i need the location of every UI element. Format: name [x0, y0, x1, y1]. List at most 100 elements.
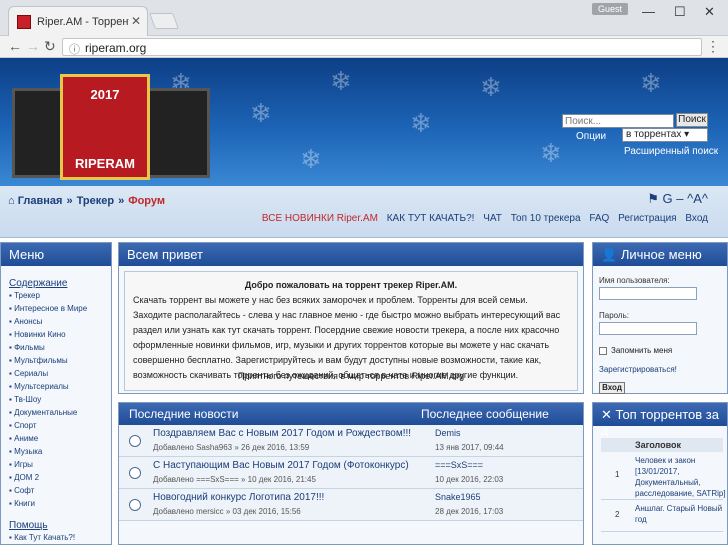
nav-how-to[interactable]: КАК ТУТ КАЧАТЬ?!: [387, 213, 475, 224]
close-tab-icon[interactable]: ✕: [131, 14, 141, 28]
top-torrent-row[interactable]: 1 Человек и закон [13/01/2017, Документал…: [601, 452, 726, 500]
menu-item-label: Мультсериалы: [14, 382, 69, 391]
menu-item[interactable]: ▪ Спорт: [9, 421, 111, 430]
news-row[interactable]: С Наступающим Вас Новым 2017 Годом (Фото…: [119, 457, 583, 489]
nav-chat[interactable]: ЧАТ: [483, 213, 502, 224]
menu-item[interactable]: ▪ Музыка: [9, 447, 111, 456]
search-scope-select[interactable]: в торрентах ▾: [622, 128, 708, 142]
breadcrumb-forum[interactable]: Форум: [128, 195, 165, 207]
menu-item[interactable]: ▪ Интересное в Мире: [9, 304, 111, 313]
nav-register[interactable]: Регистрация: [618, 213, 676, 224]
search-button[interactable]: Поиск: [676, 113, 708, 127]
menu-item-label: Интересное в Мире: [14, 304, 88, 313]
personal-menu-title: Личное меню: [620, 247, 702, 262]
login-button[interactable]: Вход: [599, 382, 625, 394]
navbar-links: ВСЕ НОВИНКИ Riper.AM КАК ТУТ КАЧАТЬ?! ЧА…: [256, 213, 708, 224]
remember-me-checkbox[interactable]: Запомнить меня: [599, 346, 727, 355]
menu-item-label: Как Тут Качать?!: [14, 533, 76, 542]
menu-item-label: Спорт: [14, 421, 37, 430]
topic-icon: [129, 467, 141, 479]
menu-item[interactable]: ▪ Аниме: [9, 434, 111, 443]
news-title[interactable]: Новогодний конкурс Логотипа 2017!!!: [153, 492, 324, 503]
menu-item-label: Музыка: [14, 447, 43, 456]
new-tab-button[interactable]: [149, 13, 179, 29]
font-size-tools[interactable]: ⚑ G – ^A^: [647, 191, 708, 207]
search-options-link[interactable]: Опции: [576, 131, 606, 142]
menu-item[interactable]: ▪ Трекер: [9, 291, 111, 300]
advanced-search-link[interactable]: Расширенный поиск: [624, 146, 718, 157]
menu-item-label: Трекер: [14, 291, 40, 300]
top-torrent-row[interactable]: 2 Аншлаг. Старый Новый год: [601, 500, 723, 532]
news-row[interactable]: Поздравляем Вас с Новым 2017 Годом и Рож…: [119, 425, 583, 457]
menu-section-contents[interactable]: Содержание: [9, 278, 111, 289]
menu-item[interactable]: ▪ Фильмы: [9, 343, 111, 352]
menu-item[interactable]: ▪ Документальные: [9, 408, 111, 417]
maximize-icon[interactable]: ☐: [674, 4, 686, 20]
browser-tab[interactable]: Riper.AM - Торрент трек ✕: [8, 6, 148, 36]
nav-faq[interactable]: FAQ: [589, 213, 609, 224]
menu-section-help[interactable]: Помощь: [9, 520, 111, 531]
menu-title: Меню: [9, 247, 45, 262]
top-rank: 1: [615, 470, 620, 479]
nav-login[interactable]: Вход: [685, 213, 708, 224]
menu-item[interactable]: ▪ ДОМ 2: [9, 473, 111, 482]
snowflake-icon: ❄: [640, 68, 662, 98]
news-title[interactable]: Поздравляем Вас с Новым 2017 Годом и Рож…: [153, 428, 411, 439]
search-input[interactable]: [562, 114, 674, 128]
menu-item[interactable]: ▪ Как Тут Качать?!: [9, 533, 111, 542]
site-navbar: ⌂ Главная» Трекер» Форум ⚑ G – ^A^ ВСЕ НОВ…: [0, 186, 728, 238]
breadcrumb-tracker[interactable]: Трекер: [77, 195, 114, 207]
username-input[interactable]: [599, 287, 697, 300]
back-icon[interactable]: ←: [8, 38, 22, 54]
top-torrent-title[interactable]: Человек и закон [13/01/2017, Документаль…: [635, 455, 727, 499]
nav-new-releases[interactable]: ВСЕ НОВИНКИ Riper.AM: [262, 213, 378, 224]
menu-item[interactable]: ▪ Книги: [9, 499, 111, 508]
menu-item[interactable]: ▪ Анонсы: [9, 317, 111, 326]
main-menu-panel: Меню Содержание ▪ Трекер ▪ Интересное в М…: [0, 242, 112, 545]
menu-item[interactable]: ▪ Софт: [9, 486, 111, 495]
menu-item[interactable]: ▪ Сериалы: [9, 369, 111, 378]
user-icon: 👤: [601, 247, 618, 262]
news-title[interactable]: С Наступающим Вас Новым 2017 Годом (Фото…: [153, 460, 409, 471]
menu-item[interactable]: ▪ Игры: [9, 460, 111, 469]
site-logo[interactable]: 2017 RIPERAM: [60, 74, 150, 180]
last-post-user[interactable]: Snake1965: [435, 492, 481, 502]
snowflake-icon: ❄: [480, 72, 502, 102]
font-size-change[interactable]: – ^A^: [676, 191, 708, 206]
close-window-icon[interactable]: ✕: [704, 4, 715, 20]
news-header: Последние новости Последнее сообщение: [119, 403, 583, 425]
breadcrumb-home[interactable]: Главная: [18, 195, 63, 207]
profile-badge[interactable]: Guest: [592, 3, 629, 15]
nav-top10[interactable]: Топ 10 трекера: [511, 213, 581, 224]
site-favicon-icon: [17, 15, 31, 29]
forward-icon[interactable]: →: [26, 38, 40, 54]
username-label: Имя пользователя:: [599, 276, 670, 285]
news-row[interactable]: Новогодний конкурс Логотипа 2017!!! Добав…: [119, 489, 583, 521]
welcome-panel: Всем привет Добро пожаловать на торрент …: [118, 242, 584, 394]
google-icon[interactable]: G: [663, 191, 673, 206]
menu-item[interactable]: ▪ Тв-Шоу: [9, 395, 111, 404]
welcome-greeting: Добро пожаловать на торрент трекер Riper…: [244, 280, 458, 290]
welcome-header: Всем привет: [119, 243, 583, 266]
personal-menu-panel: 👤 Личное меню Имя пользователя: Пароль: …: [592, 242, 728, 394]
minimize-icon[interactable]: —: [642, 4, 655, 19]
bookmark-icon[interactable]: ⚑: [647, 191, 659, 206]
browser-tabstrip: Riper.AM - Торрент трек ✕ Guest — ☐ ✕: [0, 0, 728, 36]
top-torrents-title: Топ торрентов за д: [601, 407, 719, 438]
reload-icon[interactable]: ↻: [44, 38, 56, 55]
menu-item[interactable]: ▪ Мультсериалы: [9, 382, 111, 391]
last-post-user[interactable]: Demis: [435, 428, 461, 438]
menu-item[interactable]: ▪ Новинки Кино: [9, 330, 111, 339]
menu-item[interactable]: ▪ Мультфильмы: [9, 356, 111, 365]
last-post-user[interactable]: ===SxS===: [435, 460, 483, 470]
topic-icon: [129, 499, 141, 511]
news-col-title: Последние новости: [129, 407, 239, 421]
checkbox-icon[interactable]: [599, 346, 607, 355]
password-input[interactable]: [599, 322, 697, 335]
browser-menu-icon[interactable]: ⋮: [706, 38, 720, 55]
info-icon[interactable]: ⓘ: [69, 41, 80, 57]
register-link[interactable]: Зарегистрироваться!: [599, 365, 727, 374]
top-torrent-title[interactable]: Аншлаг. Старый Новый год: [635, 503, 727, 525]
menu-item-label: Книги: [14, 499, 35, 508]
address-bar[interactable]: ⓘ riperam.org: [62, 38, 702, 56]
